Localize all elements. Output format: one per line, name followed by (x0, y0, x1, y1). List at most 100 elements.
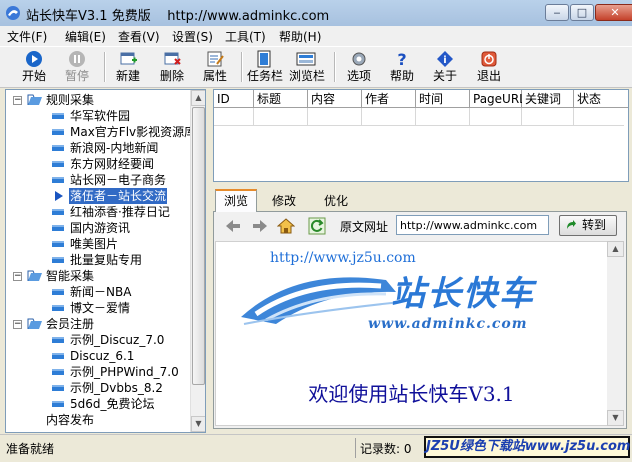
close-button[interactable]: ✕ (595, 4, 632, 21)
title-bar[interactable]: 站长快车V3.1 免费版 http://www.adminkc.com ‒ □ … (0, 0, 632, 27)
tree-item[interactable]: 博文－爱情 (6, 300, 190, 316)
page-scrollbar[interactable]: ▲ ▼ (607, 241, 624, 426)
logo-url-top: http://www.jz5u.com (270, 250, 416, 266)
expand-toggle-icon[interactable]: − (13, 272, 22, 281)
start-button[interactable]: 开始 (17, 49, 51, 85)
column-header-keywords[interactable]: 关键词 (522, 90, 574, 108)
tree-content: − 规则采集 华军软件园 Max官方Flv影视资源库 新浪网-内地新闻 东方网财经要闻 站长… (6, 90, 190, 432)
tab-browse[interactable]: 浏览 (215, 189, 257, 212)
tree-group-label: 规则采集 (46, 93, 95, 107)
task-icon (52, 129, 64, 135)
tree-item[interactable]: 示例_Discuz_7.0 (6, 332, 190, 348)
forward-arrow-icon[interactable] (251, 217, 269, 235)
task-icon (52, 401, 64, 407)
address-input[interactable] (396, 215, 549, 235)
status-divider (355, 438, 356, 458)
pause-button[interactable]: 暂停 (60, 49, 94, 85)
tree-item[interactable]: 国内游资讯 (6, 220, 190, 236)
help-button[interactable]: ? 帮助 (385, 49, 419, 85)
grid-cell (308, 108, 362, 125)
column-header-content[interactable]: 内容 (308, 90, 362, 108)
refresh-icon[interactable] (308, 217, 326, 235)
tree-item[interactable]: 5d6d_免费论坛 (6, 396, 190, 412)
task-icon (52, 241, 64, 247)
welcome-text: 欢迎使用站长快车V3.1 (308, 382, 515, 406)
tree-item[interactable]: 新浪网-内地新闻 (6, 140, 190, 156)
web-page-view[interactable]: http://www.jz5u.com 站长快车 www.adminkc.com… (215, 241, 608, 426)
exit-button[interactable]: 退出 (472, 49, 506, 85)
column-header-time[interactable]: 时间 (416, 90, 470, 108)
help-icon: ? (397, 50, 406, 68)
tree-item[interactable]: Discuz_6.1 (6, 348, 190, 364)
go-button[interactable]: 转到 (559, 215, 617, 236)
expand-toggle-icon[interactable]: − (13, 96, 22, 105)
menu-view[interactable]: 查看(V) (118, 28, 160, 45)
column-header-title[interactable]: 标题 (254, 90, 308, 108)
menu-tools[interactable]: 工具(T) (225, 28, 266, 45)
tree-item[interactable]: 落伍者－站长交流 (6, 188, 190, 204)
tab-optimize[interactable]: 优化 (315, 191, 357, 211)
new-button[interactable]: 新建 (111, 49, 145, 85)
tab-edit[interactable]: 修改 (263, 191, 305, 211)
svg-text:?: ? (397, 50, 406, 68)
menu-edit[interactable]: 编辑(E) (65, 28, 106, 45)
article-grid[interactable]: ID 标题 内容 作者 时间 PageURL 关键词 状态 (213, 89, 629, 182)
menu-settings[interactable]: 设置(S) (172, 28, 213, 45)
task-tree[interactable]: − 规则采集 华军软件园 Max官方Flv影视资源库 新浪网-内地新闻 东方网财经要闻 站长… (5, 89, 206, 433)
tree-item-label: 唯美图片 (70, 237, 119, 251)
column-header-pageurl[interactable]: PageURL (470, 90, 526, 108)
column-header-status[interactable]: 状态 (574, 90, 628, 108)
delete-button[interactable]: 删除 (155, 49, 189, 85)
maximize-button[interactable]: □ (570, 4, 594, 21)
tree-item[interactable]: Max官方Flv影视资源库 (6, 124, 190, 140)
column-header-author[interactable]: 作者 (362, 90, 416, 108)
column-header-id[interactable]: ID (214, 90, 254, 108)
home-icon[interactable] (277, 217, 295, 235)
tree-item-label: 博文－爱情 (70, 301, 131, 315)
tree-scrollbar[interactable]: ▲ ▼ (190, 90, 205, 432)
back-arrow-icon[interactable] (224, 217, 242, 235)
task-icon (52, 145, 64, 151)
tree-item-label: 东方网财经要闻 (70, 157, 155, 171)
tree-item-label: 示例_Discuz_7.0 (70, 333, 165, 347)
tree-item[interactable]: 批量复贴专用 (6, 252, 190, 268)
table-row[interactable] (214, 108, 624, 126)
tree-item-label: 批量复贴专用 (70, 253, 143, 267)
tree-group-0[interactable]: − 规则采集 (6, 92, 190, 108)
svg-text:i: i (443, 55, 446, 66)
expand-toggle-icon[interactable]: − (13, 320, 22, 329)
tree-group-partial[interactable]: 内容发布 (6, 412, 190, 428)
tree-item[interactable]: 唯美图片 (6, 236, 190, 252)
tree-item[interactable]: 新闻－NBA (6, 284, 190, 300)
tree-item[interactable]: 华军软件园 (6, 108, 190, 124)
tree-item[interactable]: 示例_Dvbbs_8.2 (6, 380, 190, 396)
tree-item[interactable]: 东方网财经要闻 (6, 156, 190, 172)
app-window: 站长快车V3.1 免费版 http://www.adminkc.com ‒ □ … (0, 0, 632, 462)
scroll-up-arrow[interactable]: ▲ (191, 90, 205, 106)
detail-tabs: 浏览 修改 优化 原文网址 转到 (213, 189, 627, 430)
taskbar-button[interactable]: 任务栏 (247, 49, 283, 85)
browser-bar-button[interactable]: 浏览栏 (289, 49, 325, 85)
menu-help[interactable]: 帮助(H) (279, 28, 321, 45)
play-icon (26, 51, 42, 67)
tree-group-label: 会员注册 (46, 317, 95, 331)
group-folder-icon (27, 270, 42, 281)
scroll-down-arrow[interactable]: ▼ (191, 416, 205, 432)
task-icon (52, 225, 64, 231)
about-button[interactable]: i 关于 (428, 49, 462, 85)
properties-button[interactable]: 属性 (198, 49, 232, 85)
tree-item[interactable]: 红袖添香·推荐日记 (6, 204, 190, 220)
options-button[interactable]: 选项 (342, 49, 376, 85)
tree-group-1[interactable]: − 智能采集 (6, 268, 190, 284)
tree-group-2[interactable]: − 会员注册 (6, 316, 190, 332)
menu-file[interactable]: 文件(F) (7, 28, 47, 45)
taskbar-icon (257, 50, 271, 68)
minimize-button[interactable]: ‒ (545, 4, 569, 21)
tree-item[interactable]: 示例_PHPWind_7.0 (6, 364, 190, 380)
scroll-down-arrow[interactable]: ▼ (607, 410, 624, 426)
tree-item-label: 落伍者－站长交流 (69, 188, 168, 204)
menu-bar: 文件(F) 编辑(E) 查看(V) 设置(S) 工具(T) 帮助(H) (0, 26, 632, 46)
scroll-thumb[interactable] (192, 107, 205, 385)
tree-item[interactable]: 站长网－电子商务 (6, 172, 190, 188)
scroll-up-arrow[interactable]: ▲ (607, 241, 624, 257)
